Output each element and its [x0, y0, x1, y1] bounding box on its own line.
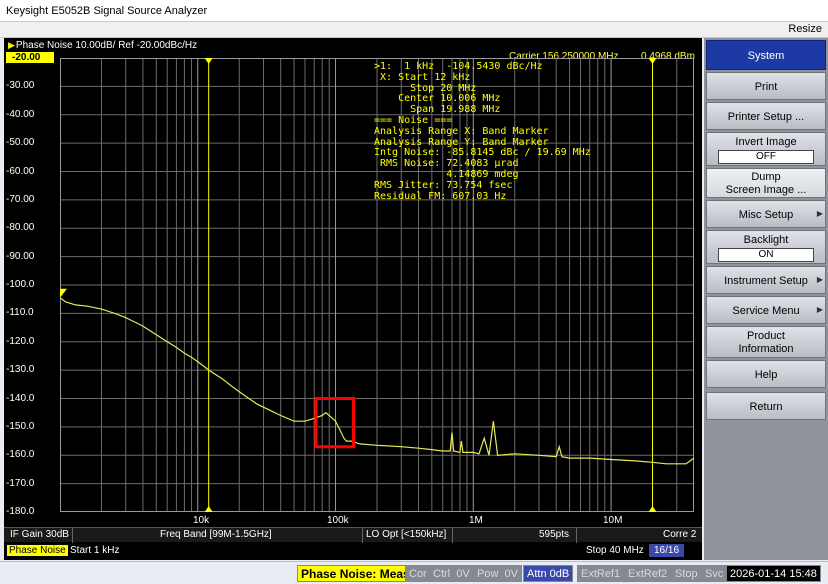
status-row: IF Gain 30dB Freq Band [99M-1.5GHz] LO O… [4, 527, 702, 543]
y-tick-label: -70.00 [6, 193, 35, 205]
band-marker-bottom-icon [648, 506, 657, 512]
points-status: 595pts [539, 529, 570, 540]
x-tick-label-100k: 100k [327, 515, 349, 526]
trace-header: ▶Phase Noise 10.00dB/ Ref -20.00dBc/Hz [4, 38, 702, 52]
invert-image-value: OFF [718, 150, 814, 164]
service-menu-button[interactable]: Service Menu ▶ [706, 296, 826, 324]
softkey-panel: System Print Printer Setup ... Invert Im… [704, 38, 828, 560]
y-tick-label: -100.0 [6, 279, 35, 290]
instrument-setup-button[interactable]: Instrument Setup ▶ [706, 266, 826, 294]
submenu-arrow-icon: ▶ [816, 209, 823, 218]
misc-setup-label: Misc Setup [738, 209, 794, 221]
extref2-indicator: ExtRef2 [624, 565, 672, 582]
status-divider [452, 528, 453, 543]
instrument-setup-label: Instrument Setup [724, 275, 808, 287]
printer-setup-button[interactable]: Printer Setup ... [706, 102, 826, 130]
invert-image-label: Invert Image [735, 136, 797, 148]
y-tick-label: -20.00 [6, 52, 54, 63]
pow-label: Pow [477, 568, 499, 580]
y-tick-label: -40.00 [6, 108, 35, 120]
y-tick-label: -60.00 [6, 165, 35, 177]
status-divider [362, 528, 363, 543]
attenuation-indicator: Attn 0dB [523, 565, 574, 582]
y-tick-label: -30.00 [6, 80, 35, 92]
band-marker-top-icon [648, 58, 657, 64]
status-divider [72, 528, 73, 543]
y-tick-label: -160.0 [6, 449, 35, 461]
backlight-label: Backlight [743, 234, 789, 246]
x-tick-label-1m: 1M [469, 515, 483, 526]
dump-label-line1: Dump [751, 171, 781, 183]
average-count: 16/16 [649, 544, 685, 557]
y-tick-label: -140.0 [6, 392, 35, 404]
product-info-line2: Information [738, 343, 794, 355]
marker-1-icon [60, 288, 67, 298]
print-button[interactable]: Print [706, 72, 826, 100]
extref1-indicator: ExtRef1 [577, 565, 625, 582]
dump-screen-image-button[interactable]: Dump Screen Image ... [706, 168, 826, 198]
x-tick-label-10k: 10k [193, 515, 210, 526]
misc-setup-button[interactable]: Misc Setup ▶ [706, 200, 826, 228]
service-indicator: Svc [701, 565, 728, 582]
backlight-value: ON [718, 248, 814, 262]
y-tick-label: -80.00 [6, 222, 35, 234]
help-button[interactable]: Help [706, 360, 826, 388]
marker-readout: >1: 1 kHz -104.5430 dBc/Hz X: Start 12 k… [374, 61, 591, 202]
stop-frequency: Stop 40 MHz [586, 545, 644, 556]
active-trace-icon: ▶ [8, 40, 15, 50]
correction-status: Corre 2 [663, 529, 697, 540]
highlight-box [314, 397, 355, 449]
window-titlebar: Keysight E5052B Signal Source Analyzer [0, 0, 828, 22]
if-gain-status: IF Gain 30dB [10, 529, 69, 540]
product-info-line1: Product [747, 330, 785, 342]
service-menu-label: Service Menu [732, 305, 800, 317]
backlight-button[interactable]: Backlight ON [706, 230, 826, 264]
submenu-arrow-icon: ▶ [816, 305, 823, 314]
invert-image-button[interactable]: Invert Image OFF [706, 132, 826, 166]
measurement-state-indicator: Phase Noise: Meas [297, 565, 414, 582]
y-tick-label: -120.0 [6, 335, 35, 347]
band-marker-bottom-icon [204, 506, 213, 512]
stop-indicator: Stop [671, 565, 702, 582]
dump-label-line2: Screen Image ... [725, 184, 807, 196]
y-tick-label: -110.0 [6, 307, 34, 319]
y-tick-label: -50.00 [6, 137, 35, 149]
ctrl-value: 0V [456, 568, 470, 580]
correction-indicator: Cor [405, 565, 431, 582]
status-divider [576, 528, 577, 543]
product-information-button[interactable]: Product Information [706, 326, 826, 358]
ctrl-voltage-indicator: Ctrl 0V [429, 565, 474, 582]
power-voltage-indicator: Pow 0V [473, 565, 522, 582]
start-frequency: Start 1 kHz [70, 545, 120, 556]
measurement-screen: ▶Phase Noise 10.00dB/ Ref -20.00dBc/Hz C… [4, 38, 702, 560]
y-tick-label: -90.00 [6, 250, 35, 262]
band-marker-top-icon [204, 58, 213, 64]
footer-status-bar: Phase Noise: Meas Cor Ctrl 0V Pow 0V Att… [0, 561, 828, 584]
marker-readout-line: Residual FM: 607.03 Hz [374, 190, 507, 202]
y-tick-label: -150.0 [6, 420, 35, 432]
lo-opt-status: LO Opt [<150kHz] [366, 529, 447, 540]
ctrl-label: Ctrl [433, 568, 451, 580]
trace-title[interactable]: ▶Phase Noise 10.00dB/ Ref -20.00dBc/Hz [8, 40, 197, 51]
return-button[interactable]: Return [706, 392, 826, 420]
x-tick-label-10m: 10M [603, 515, 623, 526]
freq-band-status: Freq Band [99M-1.5GHz] [160, 529, 272, 540]
sweep-range-row: Phase Noise Start 1 kHz Stop 40 MHz 16/1… [4, 543, 702, 559]
measurement-mode-label[interactable]: Phase Noise [7, 545, 68, 556]
y-tick-label: -130.0 [6, 364, 35, 376]
pow-value: 0V [504, 568, 518, 580]
date-time-display: 2026-01-14 15:48 [726, 565, 821, 582]
y-tick-label: -180.0 [6, 506, 35, 517]
marker-readout-line: X: Start 12 kHz [374, 71, 471, 83]
marker-readout-line: RMS Jitter: 73.754 fsec [374, 179, 513, 191]
submenu-arrow-icon: ▶ [816, 275, 823, 284]
menubar: Resize [0, 22, 828, 38]
window-title: Keysight E5052B Signal Source Analyzer [6, 5, 208, 17]
resize-button[interactable]: Resize [788, 23, 822, 35]
marker-readout-line: Analysis Range X: Band Marker [374, 125, 549, 137]
trace-title-text: Phase Noise 10.00dB/ Ref -20.00dBc/Hz [15, 40, 198, 51]
softkey-header-system: System [706, 40, 826, 70]
y-tick-label: -170.0 [6, 477, 35, 489]
